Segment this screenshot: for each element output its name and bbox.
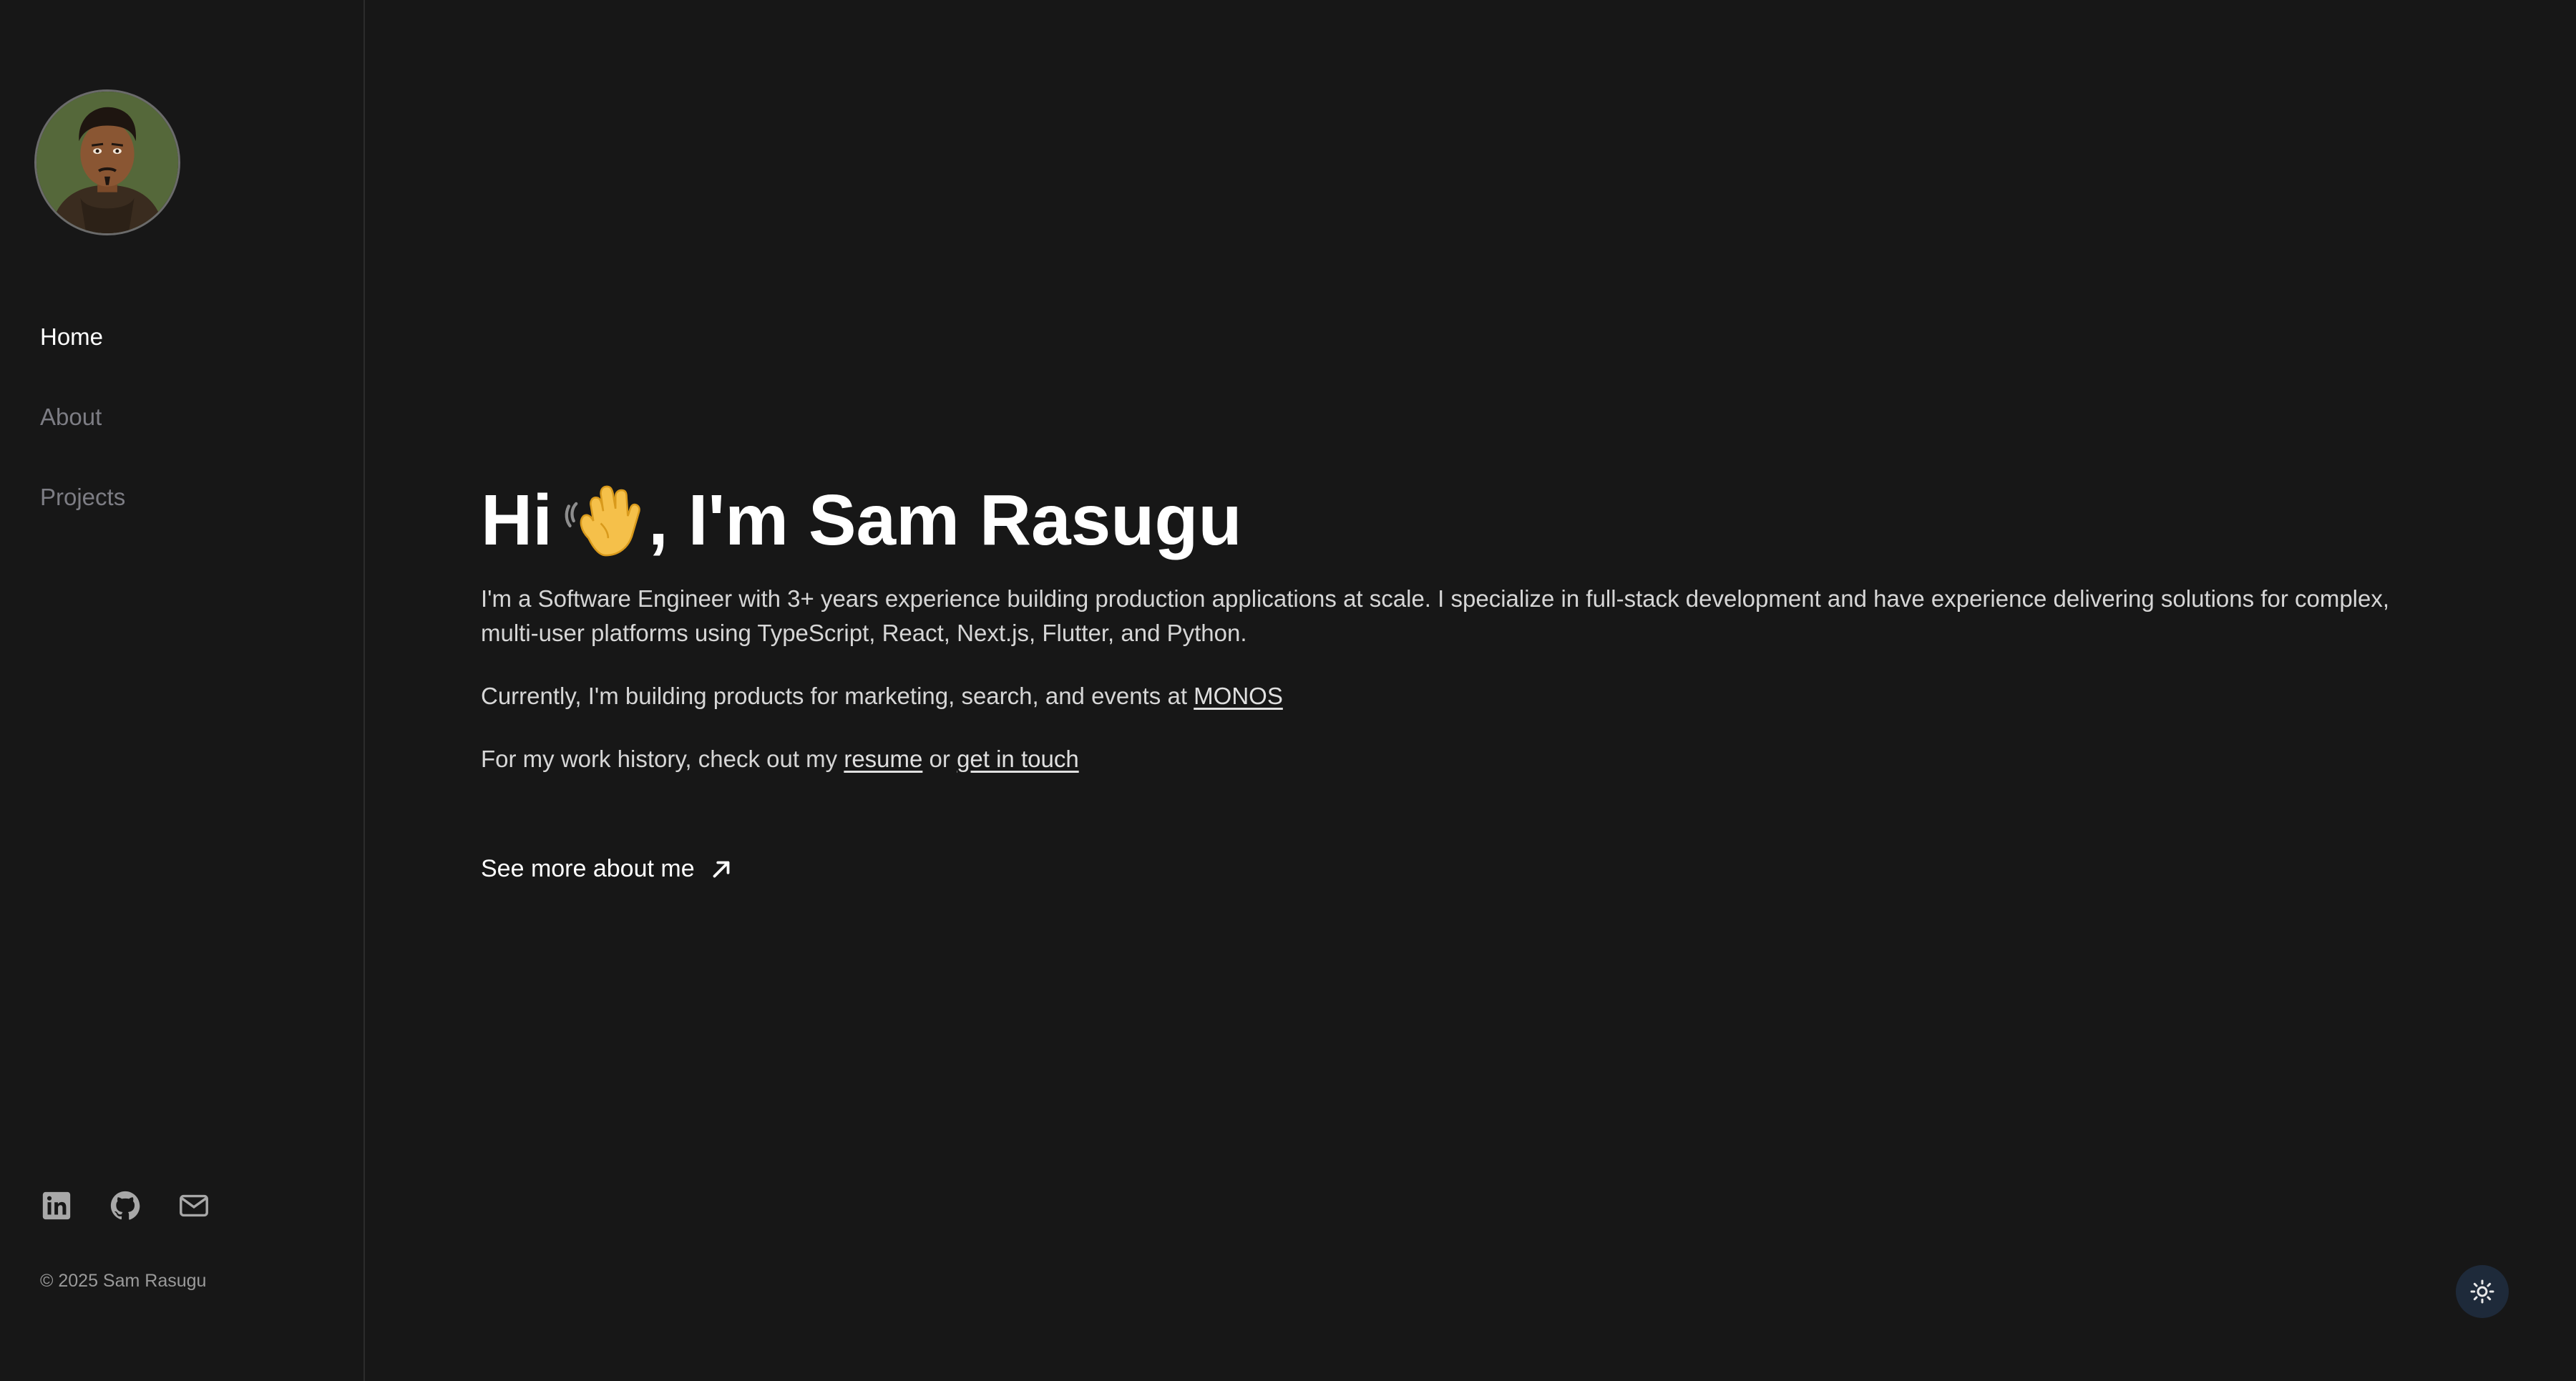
see-more-about-link[interactable]: See more about me xyxy=(481,855,735,883)
work-history-text: For my work history, check out my xyxy=(481,746,844,772)
sidebar: Home About Projects © 2025 Sam Rasugu xyxy=(0,0,365,1381)
contact-link[interactable]: get in touch xyxy=(957,746,1079,772)
arrow-up-right-icon xyxy=(713,861,730,877)
linkedin-icon xyxy=(42,1191,71,1220)
monos-link[interactable]: MONOS xyxy=(1194,683,1283,709)
email-link[interactable] xyxy=(177,1189,210,1222)
avatar-illustration xyxy=(36,92,178,233)
current-role-paragraph: Currently, I'm building products for mar… xyxy=(481,679,2399,713)
social-links xyxy=(40,1189,210,1222)
copyright: © 2025 Sam Rasugu xyxy=(40,1271,207,1291)
nav-about[interactable]: About xyxy=(40,404,102,431)
heading-name: , I'm Sam Rasugu xyxy=(648,480,1242,560)
github-icon xyxy=(110,1191,140,1220)
see-more-label: See more about me xyxy=(481,855,695,882)
resume-link[interactable]: resume xyxy=(844,746,922,772)
github-link[interactable] xyxy=(109,1189,142,1222)
sun-icon xyxy=(2470,1279,2494,1304)
page-title: Hi , I'm Sam Rasugu xyxy=(481,472,2399,569)
current-role-text: Currently, I'm building products for mar… xyxy=(481,683,1194,709)
portfolio-app: Home About Projects © 2025 Sam Rasugu Hi… xyxy=(0,0,2576,1381)
or-text: or xyxy=(922,746,957,772)
avatar[interactable] xyxy=(34,89,180,235)
hero-section: Hi , I'm Sam Rasugu I'm a Software Engin… xyxy=(481,472,2399,883)
nav-projects[interactable]: Projects xyxy=(40,484,125,511)
nav-home[interactable]: Home xyxy=(40,323,103,351)
mail-icon xyxy=(180,1194,208,1217)
heading-greeting: Hi xyxy=(481,480,552,560)
waving-hand-icon xyxy=(564,482,643,560)
linkedin-link[interactable] xyxy=(40,1189,73,1222)
intro-paragraph: I'm a Software Engineer with 3+ years ex… xyxy=(481,585,2390,646)
work-history-paragraph: For my work history, check out my resume… xyxy=(481,742,2399,776)
theme-toggle-button[interactable] xyxy=(2456,1265,2509,1318)
